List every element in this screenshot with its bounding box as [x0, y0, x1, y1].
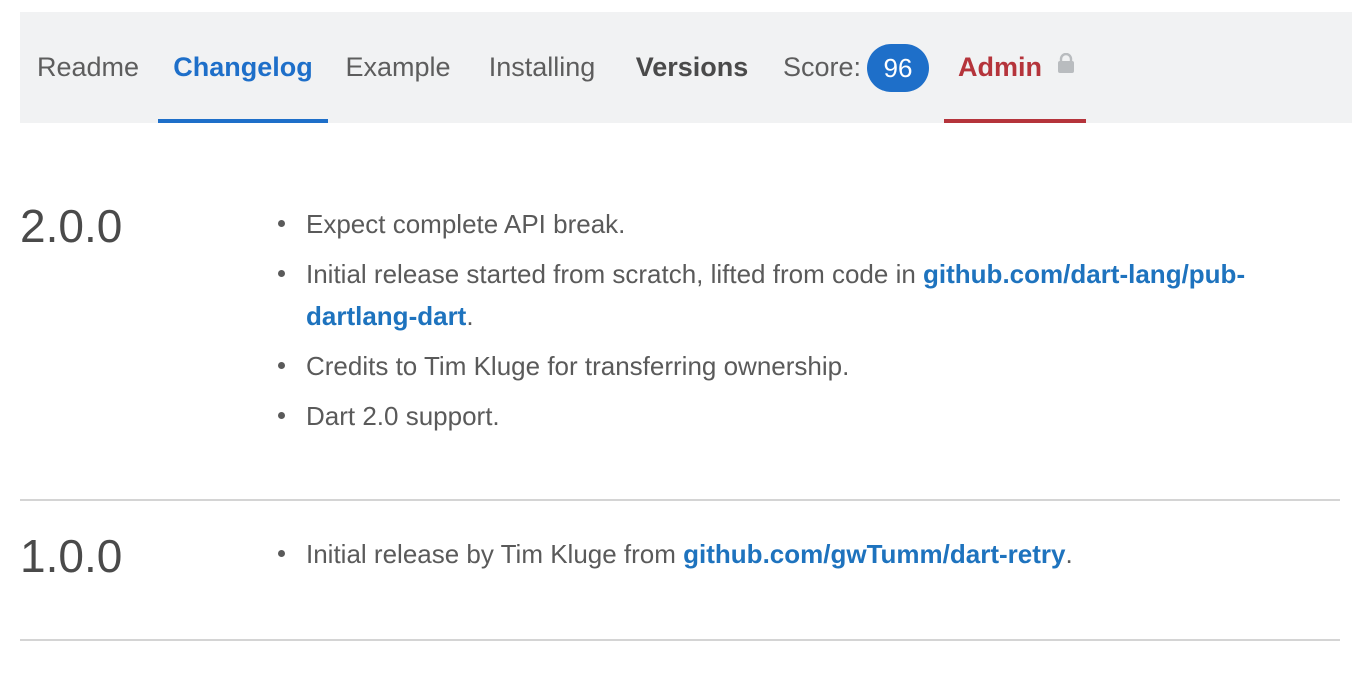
release-notes-list: Initial release by Tim Kluge from github…	[276, 533, 1306, 583]
score-label: Score:	[782, 52, 862, 82]
note-text: Dart 2.0 support.	[306, 401, 500, 431]
divider	[20, 499, 1340, 501]
note-text: Initial release by Tim Kluge from	[306, 539, 684, 569]
list-item: Initial release by Tim Kluge from github…	[276, 533, 1306, 575]
tab-readme[interactable]: Readme	[20, 12, 156, 123]
admin-label: Admin	[958, 52, 1042, 82]
dart-retry-link[interactable]: github.com/gwTumm/dart-retry	[683, 539, 1065, 569]
list-item: Initial release started from scratch, li…	[276, 253, 1306, 337]
tab-versions[interactable]: Versions	[618, 12, 766, 123]
tab-admin[interactable]: Admin	[944, 12, 1086, 123]
release-1-0-0: 1.0.0 Initial release by Tim Kluge from …	[20, 525, 1340, 625]
version-heading: 2.0.0	[20, 200, 123, 252]
note-text: Credits to Tim Kluge for transferring ow…	[306, 351, 850, 381]
tab-score[interactable]: Score: 96	[776, 12, 936, 123]
release-notes-list: Expect complete API break. Initial relea…	[276, 203, 1306, 445]
note-punctuation: .	[466, 301, 474, 331]
note-text: Expect complete API break.	[306, 209, 626, 239]
divider	[20, 639, 1340, 641]
version-heading: 1.0.0	[20, 530, 123, 582]
list-item: Dart 2.0 support.	[276, 395, 1306, 437]
note-punctuation: .	[1065, 539, 1073, 569]
list-item: Expect complete API break.	[276, 203, 1306, 245]
score-badge: 96	[867, 43, 930, 92]
tab-changelog[interactable]: Changelog	[158, 12, 328, 123]
tab-example[interactable]: Example	[330, 12, 466, 123]
tab-bar: Readme Changelog Example Installing Vers…	[20, 12, 1352, 123]
note-text: Initial release started from scratch, li…	[306, 259, 924, 289]
release-2-0-0: 2.0.0 Expect complete API break. Initial…	[20, 195, 1340, 485]
list-item: Credits to Tim Kluge for transferring ow…	[276, 345, 1306, 387]
lock-icon	[1058, 53, 1074, 73]
tab-installing[interactable]: Installing	[472, 12, 612, 123]
